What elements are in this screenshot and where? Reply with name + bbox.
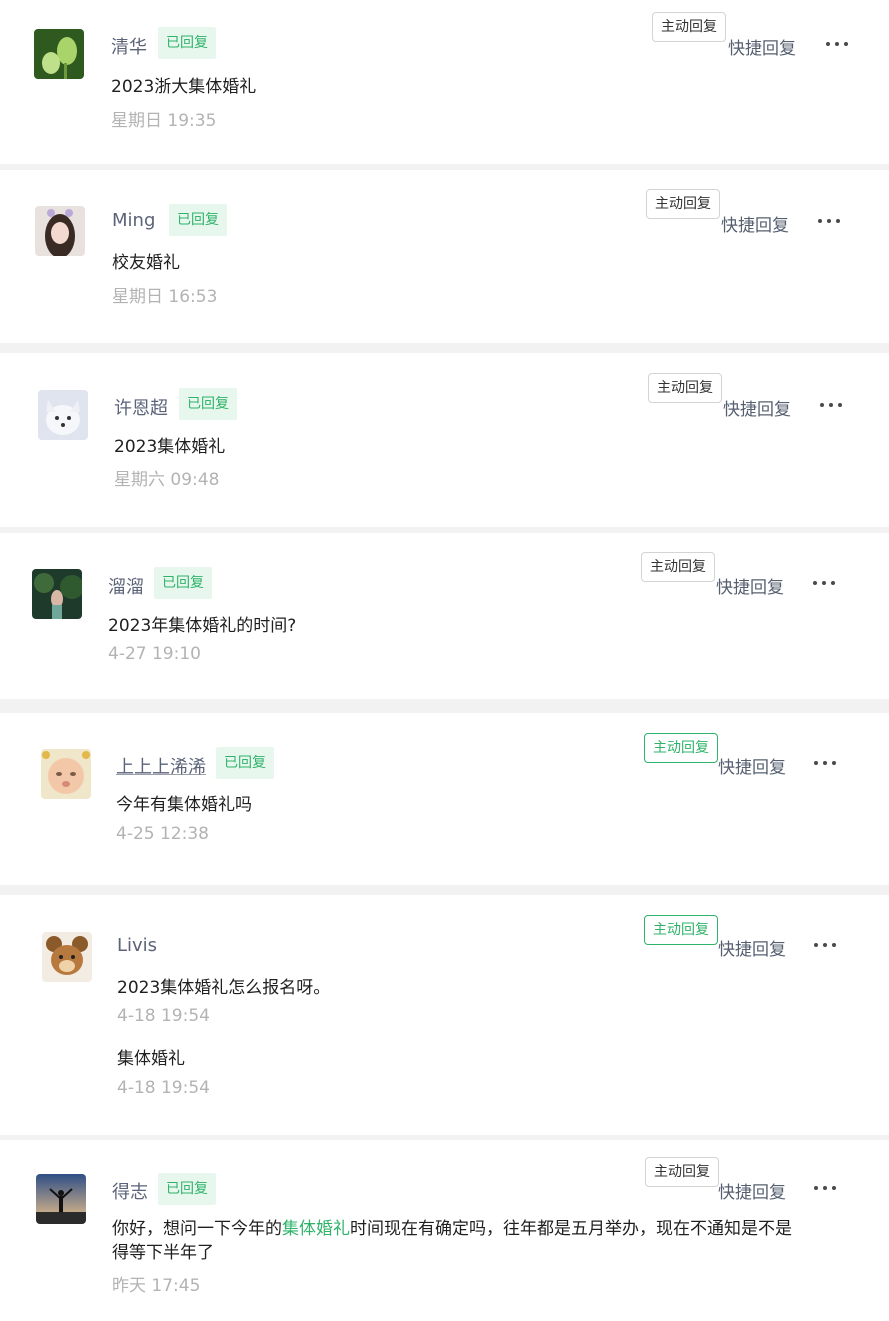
- message-text: 校友婚礼: [112, 253, 180, 273]
- active-reply-button[interactable]: 主动回复: [645, 1157, 719, 1187]
- contact-name[interactable]: Livis: [117, 935, 157, 956]
- quick-reply-button[interactable]: 快捷回复: [723, 395, 791, 420]
- contact-name[interactable]: 许恩超: [114, 394, 168, 420]
- conversation-card[interactable]: 溜溜 已回复 2023年集体婚礼的时间? 4-27 19:10 主动回复 快捷回…: [0, 533, 889, 699]
- more-dots-icon[interactable]: [812, 941, 838, 949]
- active-reply-button[interactable]: 主动回复: [644, 733, 718, 763]
- message-time: 4-18 19:54: [117, 1006, 210, 1026]
- message-time: 昨天 17:45: [112, 1276, 201, 1296]
- message-text: 集体婚礼: [117, 1049, 185, 1069]
- contact-name[interactable]: Ming: [112, 210, 155, 231]
- avatar[interactable]: [34, 29, 84, 79]
- message-text: 2023年集体婚礼的时间?: [108, 616, 297, 636]
- conversation-card[interactable]: 许恩超 已回复 2023集体婚礼 星期六 09:48 主动回复 快捷回复: [0, 353, 889, 527]
- contact-name[interactable]: 溜溜: [108, 573, 144, 599]
- replied-badge: 已回复: [216, 747, 274, 779]
- avatar[interactable]: [36, 1174, 86, 1224]
- message-time: 星期日 16:53: [112, 287, 218, 307]
- more-dots-icon[interactable]: [812, 1184, 838, 1192]
- avatar[interactable]: [32, 569, 82, 619]
- active-reply-button[interactable]: 主动回复: [641, 552, 715, 582]
- highlighted-keyword[interactable]: 集体婚礼: [282, 1219, 350, 1239]
- quick-reply-button[interactable]: 快捷回复: [718, 935, 786, 960]
- quick-reply-button[interactable]: 快捷回复: [721, 211, 789, 236]
- message-text: 今年有集体婚礼吗: [116, 795, 252, 815]
- contact-name[interactable]: 得志: [112, 1178, 148, 1204]
- avatar[interactable]: [35, 206, 85, 256]
- conversation-card[interactable]: Livis 2023集体婚礼怎么报名呀。 4-18 19:54 集体婚礼 4-1…: [0, 895, 889, 1135]
- message-text: 2023浙大集体婚礼: [111, 77, 257, 97]
- conversation-card[interactable]: Ming 已回复 校友婚礼 星期日 16:53 主动回复 快捷回复: [0, 170, 889, 343]
- replied-badge: 已回复: [169, 204, 227, 236]
- active-reply-button[interactable]: 主动回复: [644, 915, 718, 945]
- avatar[interactable]: [41, 749, 91, 799]
- quick-reply-button[interactable]: 快捷回复: [718, 1178, 786, 1203]
- quick-reply-button[interactable]: 快捷回复: [716, 573, 784, 598]
- more-dots-icon[interactable]: [816, 217, 842, 225]
- avatar[interactable]: [38, 390, 88, 440]
- replied-badge: 已回复: [154, 567, 212, 599]
- contact-name[interactable]: 清华: [111, 33, 147, 59]
- message-time: 4-27 19:10: [108, 644, 201, 664]
- quick-reply-button[interactable]: 快捷回复: [728, 34, 796, 59]
- message-time: 4-25 12:38: [116, 824, 209, 844]
- active-reply-button[interactable]: 主动回复: [648, 373, 722, 403]
- message-text-part: 你好，想问一下今年的: [112, 1219, 282, 1239]
- active-reply-button[interactable]: 主动回复: [652, 12, 726, 42]
- conversation-card[interactable]: 上上上浠浠 已回复 今年有集体婚礼吗 4-25 12:38 主动回复 快捷回复: [0, 713, 889, 885]
- more-dots-icon[interactable]: [811, 579, 837, 587]
- conversation-card[interactable]: 清华 已回复 2023浙大集体婚礼 星期日 19:35 主动回复 快捷回复: [0, 0, 889, 164]
- message-time: 星期日 19:35: [111, 111, 217, 131]
- message-time: 星期六 09:48: [114, 470, 220, 490]
- replied-badge: 已回复: [179, 388, 237, 420]
- conversation-card[interactable]: 得志 已回复 你好，想问一下今年的集体婚礼时间现在有确定吗，往年都是五月举办，现…: [0, 1140, 889, 1321]
- message-time: 4-18 19:54: [117, 1078, 210, 1098]
- more-dots-icon[interactable]: [818, 401, 844, 409]
- active-reply-button[interactable]: 主动回复: [646, 189, 720, 219]
- replied-badge: 已回复: [158, 1173, 216, 1205]
- more-dots-icon[interactable]: [812, 759, 838, 767]
- more-dots-icon[interactable]: [824, 40, 850, 48]
- message-text: 2023集体婚礼怎么报名呀。: [117, 978, 331, 998]
- message-text: 你好，想问一下今年的集体婚礼时间现在有确定吗，往年都是五月举办，现在不通知是不是…: [112, 1217, 792, 1265]
- contact-name[interactable]: 上上上浠浠: [116, 753, 206, 779]
- avatar[interactable]: [42, 932, 92, 982]
- replied-badge: 已回复: [158, 27, 216, 59]
- message-text: 2023集体婚礼: [114, 437, 226, 457]
- quick-reply-button[interactable]: 快捷回复: [718, 753, 786, 778]
